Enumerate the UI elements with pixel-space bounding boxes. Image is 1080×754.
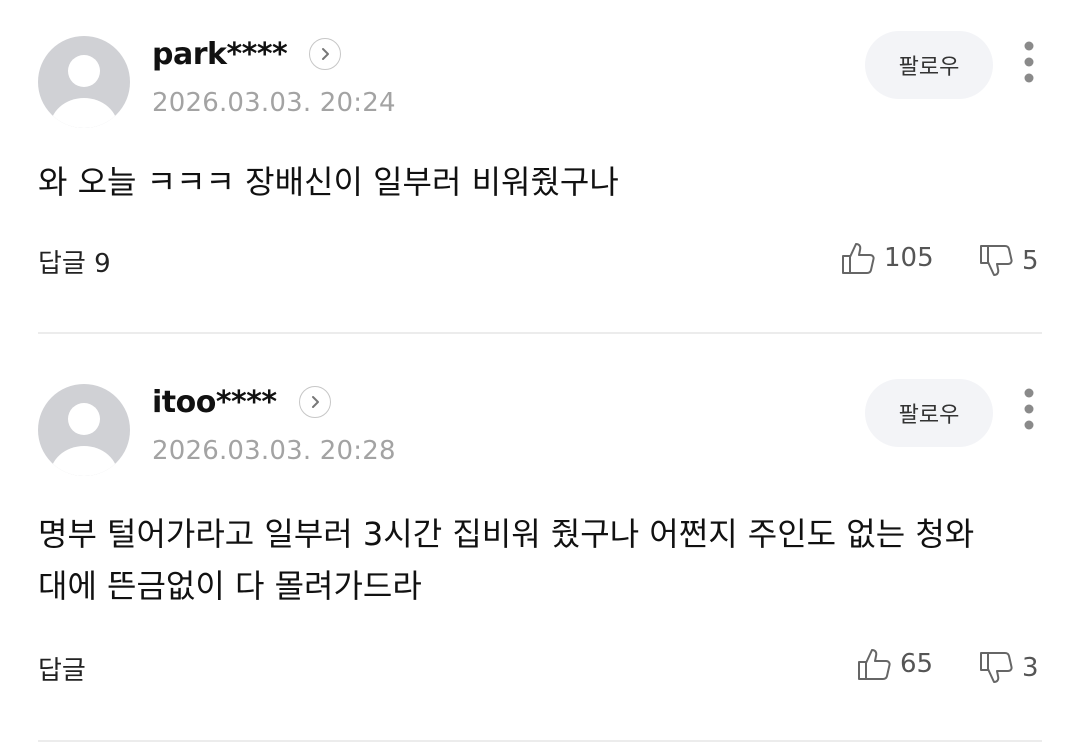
default-profile-icon xyxy=(50,403,118,476)
more-options-button[interactable] xyxy=(1016,39,1042,85)
comment-item: park**** 2026.03.03. 20:24 팔로우 와 오늘 ㅋㅋㅋ … xyxy=(0,0,1080,334)
like-button[interactable]: 65 xyxy=(856,646,933,682)
username[interactable]: itoo**** xyxy=(152,385,277,420)
comment-date: 2026.03.03. 20:24 xyxy=(152,88,396,118)
username-row: park**** xyxy=(152,34,342,74)
comment-text: 명부 털어가라고 일부러 3시간 집비워 줬구나 어쩐지 주인도 없는 청와대에… xyxy=(38,515,975,605)
like-count: 65 xyxy=(900,649,934,679)
like-button[interactable]: 105 xyxy=(840,240,934,276)
reply-button[interactable]: 답글 xyxy=(38,650,86,687)
chevron-right-icon xyxy=(311,396,319,408)
dislike-count: 5 xyxy=(1022,246,1039,276)
dislike-button[interactable]: 5 xyxy=(978,243,1039,279)
avatar[interactable] xyxy=(38,384,130,476)
follow-button[interactable]: 팔로우 xyxy=(865,31,993,99)
follow-button[interactable]: 팔로우 xyxy=(865,379,993,447)
more-vertical-icon xyxy=(1024,388,1034,430)
username[interactable]: park**** xyxy=(152,37,288,72)
thumbs-down-icon xyxy=(980,245,1013,276)
more-vertical-icon xyxy=(1024,41,1034,83)
comment-text: 와 오늘 ㅋㅋㅋ 장배신이 일부러 비워줬구나 xyxy=(38,163,619,201)
reply-button[interactable]: 답글 9 xyxy=(38,243,111,280)
more-options-button[interactable] xyxy=(1016,386,1042,432)
thumbs-down-icon xyxy=(980,652,1013,683)
profile-link-button[interactable] xyxy=(298,386,331,418)
chevron-right-icon xyxy=(322,48,330,60)
username-row: itoo**** xyxy=(152,382,331,422)
avatar[interactable] xyxy=(38,36,130,128)
dislike-button[interactable]: 3 xyxy=(978,650,1039,686)
profile-link-button[interactable] xyxy=(309,38,342,70)
thumbs-up-icon xyxy=(858,649,891,680)
comment-item: itoo**** 2026.03.03. 20:28 팔로우 명부 털어가라고 … xyxy=(0,334,1080,754)
like-count: 105 xyxy=(884,243,934,273)
dislike-count: 3 xyxy=(1022,653,1039,683)
thumbs-up-icon xyxy=(842,243,875,274)
default-profile-icon xyxy=(50,55,118,128)
comment-date: 2026.03.03. 20:28 xyxy=(152,436,396,466)
comment-divider xyxy=(38,740,1042,742)
